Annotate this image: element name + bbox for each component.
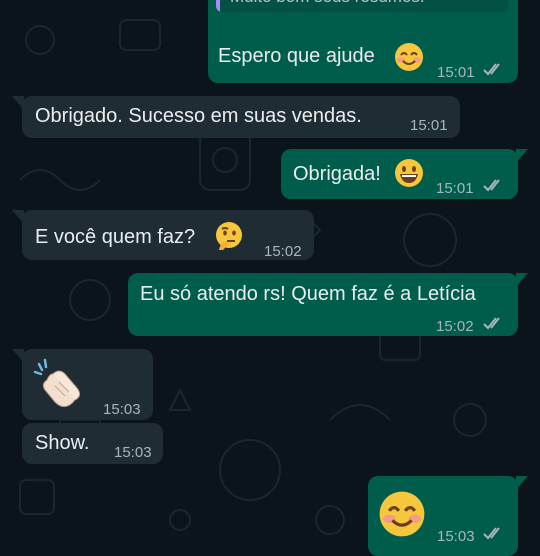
message-timestamp: 15:02 (436, 318, 474, 335)
message-text: Eu só atendo rs! Quem faz é a Letícia (140, 283, 476, 305)
message-timestamp: 15:01 (437, 64, 475, 81)
message-text: Obrigado. Sucesso em suas vendas. (35, 105, 362, 127)
quoted-message[interactable]: Muito bom seus resumos. (216, 0, 508, 12)
message-timestamp: 15:02 (264, 243, 302, 260)
smiling-face-icon (379, 491, 425, 537)
message-text: Espero que ajude (218, 45, 375, 67)
message-bubble-incoming[interactable]: Show. 15:03 (22, 423, 163, 464)
message-bubble-outgoing[interactable]: Eu só atendo rs! Quem faz é a Letícia 15… (128, 273, 528, 336)
message-text: Show. (35, 432, 90, 454)
message-text: E você quem faz? (35, 226, 196, 248)
thinking-face-icon (216, 222, 242, 250)
message-text: Obrigada! (293, 163, 381, 185)
read-receipt-icon (483, 527, 500, 540)
message-bubble-incoming[interactable]: E você quem faz? 15:02 (12, 210, 314, 260)
read-receipt-icon (483, 63, 500, 76)
message-bubble-outgoing[interactable]: Obrigada! 15:01 (281, 149, 528, 199)
quote-accent-bar (216, 0, 220, 12)
message-bubble-outgoing[interactable]: Muito bom seus resumos. Espero que ajude… (208, 0, 518, 83)
read-receipt-icon (483, 317, 500, 330)
message-timestamp: 15:01 (410, 117, 448, 134)
quoted-text: Muito bom seus resumos. (230, 0, 425, 10)
message-timestamp: 15:03 (103, 401, 141, 418)
message-bubble-incoming[interactable]: Obrigado. Sucesso em suas vendas. 15:01 (12, 96, 460, 138)
clapping-hands-icon (33, 358, 81, 408)
message-bubble-incoming[interactable]: 15:03 (12, 349, 153, 420)
message-timestamp: 15:03 (437, 528, 475, 545)
smiling-face-icon (395, 43, 423, 71)
grinning-face-icon (395, 159, 423, 187)
message-timestamp: 15:01 (436, 180, 474, 197)
message-timestamp: 15:03 (114, 444, 152, 461)
read-receipt-icon (483, 179, 500, 192)
message-bubble-outgoing[interactable]: 15:03 (368, 476, 528, 556)
